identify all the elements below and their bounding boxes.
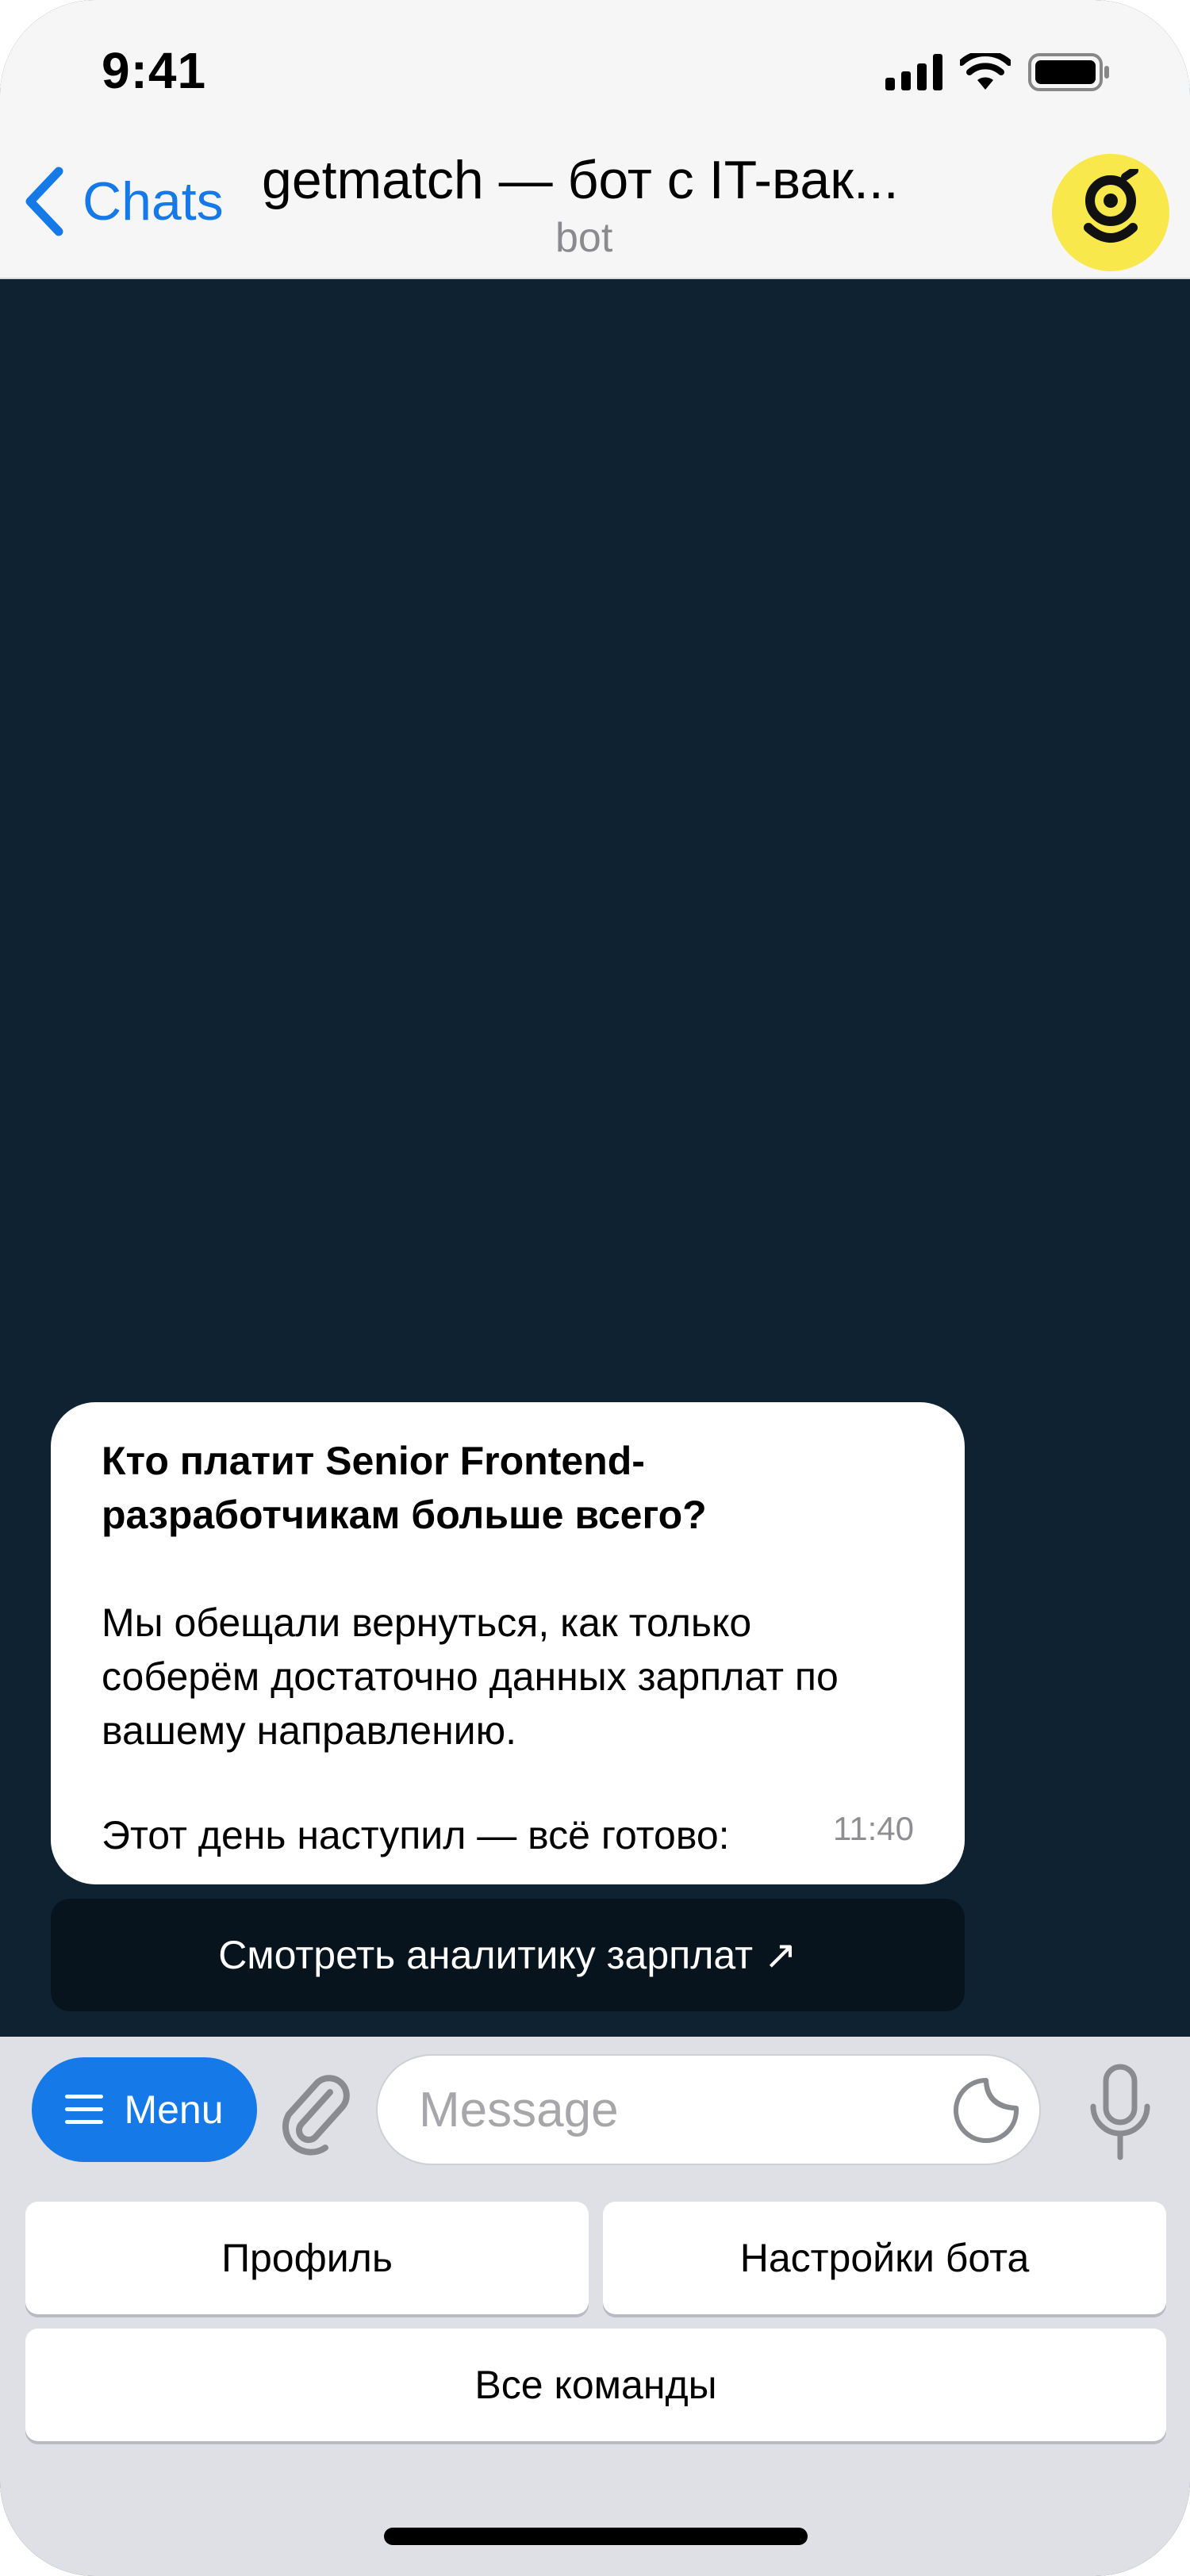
message-input[interactable] xyxy=(376,2054,1041,2165)
chat-subtitle: bot xyxy=(555,215,613,261)
paperclip-icon[interactable] xyxy=(274,2068,354,2156)
keyboard-button-label: Настройки бота xyxy=(739,2236,1030,2280)
keyboard-button-all-commands[interactable]: Все команды xyxy=(25,2329,1166,2441)
avatar[interactable] xyxy=(1052,154,1169,271)
composer-bar: Menu Профиль Настройки бота Все команды xyxy=(0,2037,1190,2576)
message-title: Кто платит Senior Frontend-разработчикам… xyxy=(102,1439,707,1537)
keyboard-button-profile[interactable]: Профиль xyxy=(25,2202,589,2314)
message-time: 11:40 xyxy=(833,1810,914,1847)
getmatch-logo-icon xyxy=(1084,169,1138,243)
hamburger-icon xyxy=(65,2095,104,2124)
chevron-left-icon xyxy=(25,167,63,236)
microphone-icon[interactable] xyxy=(1082,2062,1158,2164)
back-label: Chats xyxy=(83,171,224,232)
message-bubble: Кто платит Senior Frontend-разработчикам… xyxy=(51,1402,965,1884)
salary-analytics-button[interactable]: Смотреть аналитику зарплат ↗ xyxy=(51,1899,965,2011)
keyboard-button-label: Профиль xyxy=(221,2236,393,2280)
phone-screen: 9:41 Chats getmatch — бот с IT-вак... bo… xyxy=(0,0,1190,2576)
navigation-bar: 9:41 Chats getmatch — бот с IT-вак... bo… xyxy=(0,0,1190,279)
status-icons xyxy=(885,52,1111,92)
sticker-icon[interactable] xyxy=(952,2076,1020,2145)
signal-icon xyxy=(885,54,942,90)
home-indicator[interactable] xyxy=(384,2528,808,2545)
salary-analytics-label: Смотреть аналитику зарплат ↗ xyxy=(218,1933,797,1977)
status-time: 9:41 xyxy=(102,42,207,99)
keyboard-button-bot-settings[interactable]: Настройки бота xyxy=(603,2202,1166,2314)
chat-title[interactable]: getmatch — бот с IT-вак... xyxy=(262,149,952,211)
wifi-icon xyxy=(960,53,1011,90)
message-body: Мы обещали вернуться, как только соберём… xyxy=(102,1600,839,1753)
message-last-line: Этот день наступил — всё готово: xyxy=(102,1813,730,1857)
menu-button[interactable]: Menu xyxy=(32,2057,257,2162)
back-button[interactable]: Chats xyxy=(22,167,224,236)
keyboard-button-label: Все команды xyxy=(474,2363,717,2407)
battery-icon xyxy=(1028,53,1109,91)
menu-label: Menu xyxy=(124,2087,224,2132)
